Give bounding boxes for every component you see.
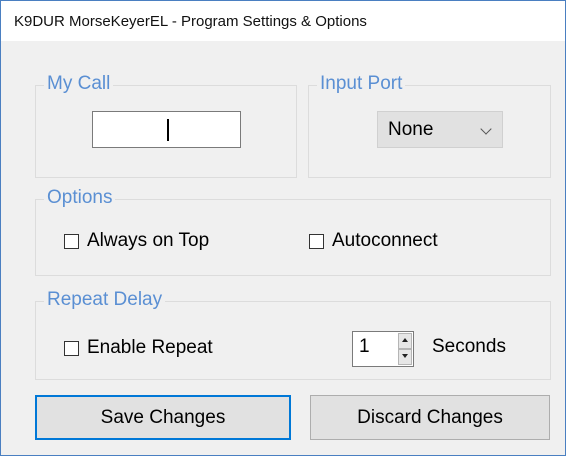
save-changes-button[interactable]: Save Changes [35, 395, 291, 440]
stepper-up-button[interactable] [398, 333, 412, 349]
window-title: K9DUR MorseKeyerEL - Program Settings & … [14, 12, 367, 30]
autoconnect-checkbox[interactable]: Autoconnect [309, 230, 438, 252]
enable-repeat-label: Enable Repeat [87, 337, 213, 358]
title-bar[interactable]: K9DUR MorseKeyerEL - Program Settings & … [1, 1, 565, 41]
my-call-input[interactable] [92, 111, 241, 148]
input-port-selected: None [388, 118, 434, 140]
options-legend: Options [44, 186, 116, 210]
stepper-buttons [398, 333, 412, 365]
seconds-stepper[interactable]: 1 [352, 331, 414, 367]
autoconnect-label: Autoconnect [332, 230, 438, 251]
enable-repeat-checkbox[interactable]: Enable Repeat [64, 337, 213, 359]
always-on-top-checkbox[interactable]: Always on Top [64, 230, 209, 252]
arrow-down-icon [402, 354, 408, 358]
my-call-legend: My Call [44, 72, 114, 96]
repeat-delay-group: Repeat Delay Enable Repeat 1 Seconds [35, 288, 551, 380]
input-port-legend: Input Port [317, 72, 406, 96]
discard-changes-button[interactable]: Discard Changes [310, 395, 550, 440]
stepper-down-button[interactable] [398, 349, 412, 365]
arrow-up-icon [402, 338, 408, 342]
always-on-top-label: Always on Top [87, 230, 210, 251]
checkbox-icon [64, 233, 79, 249]
chevron-down-icon [480, 123, 492, 135]
options-group: Options Always on Top Autoconnect [35, 186, 551, 276]
seconds-value: 1 [359, 336, 370, 357]
repeat-delay-legend: Repeat Delay [44, 288, 166, 312]
text-caret [167, 119, 169, 141]
settings-window: K9DUR MorseKeyerEL - Program Settings & … [0, 0, 566, 456]
input-port-dropdown[interactable]: None [377, 111, 503, 148]
checkbox-icon [64, 340, 79, 356]
input-port-group: Input Port None [308, 72, 551, 178]
my-call-group: My Call [35, 72, 297, 178]
checkbox-icon [309, 233, 324, 249]
seconds-label: Seconds [432, 336, 506, 357]
